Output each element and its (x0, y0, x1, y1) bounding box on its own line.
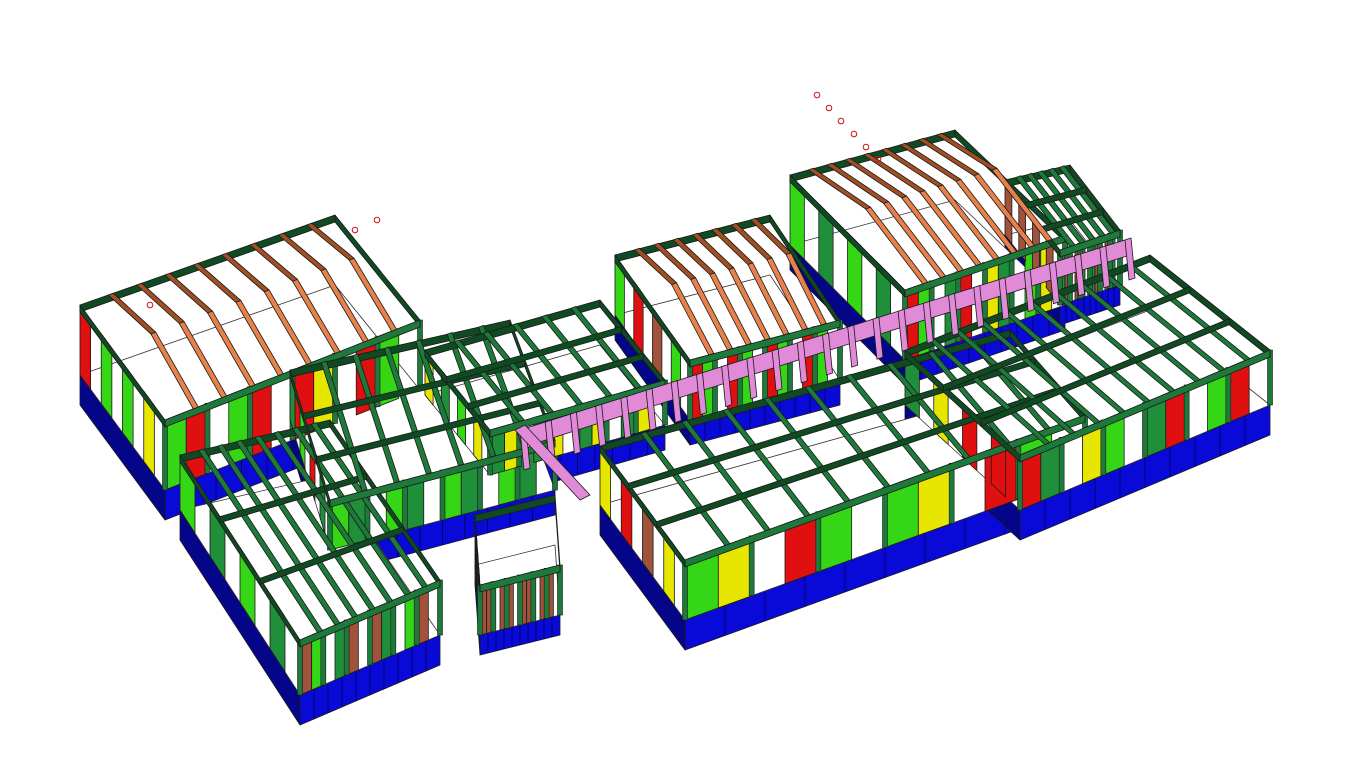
selection-marker (837, 117, 845, 125)
block-south-long-post (948, 463, 955, 524)
block-northeast-rafter (862, 152, 926, 193)
block-west-upper-rafter (306, 222, 355, 261)
selection-marker (351, 226, 359, 234)
block-west-upper-rafter (192, 262, 242, 303)
block-west-lower-post (367, 609, 373, 666)
block-east-long-post (1100, 419, 1107, 476)
block-west-upper-rafter (136, 282, 185, 324)
block-east-long-post (1142, 402, 1148, 458)
block-west-upper-rafter (249, 242, 298, 282)
block-northeast-rafter (881, 147, 944, 188)
block-west-upper-rafter (221, 252, 270, 293)
block-west-upper-rafter (164, 272, 213, 314)
model-viewport[interactable] (0, 0, 1366, 768)
block-east-long-post (1267, 349, 1273, 406)
selection-marker (862, 143, 870, 151)
brace-frame (1124, 237, 1136, 281)
selection-marker (373, 216, 381, 224)
block-east-long-post (1058, 437, 1065, 493)
selection-marker (825, 104, 833, 112)
block-west-lower-post (413, 589, 420, 646)
block-west-upper-rafter (277, 232, 327, 272)
block-porch-post (477, 584, 483, 636)
block-west-upper-post (162, 419, 168, 491)
block-west-lower-post (320, 629, 327, 686)
block-northeast-rafter (899, 142, 962, 182)
block-west-upper-rafter (107, 292, 157, 335)
block-west-lower-post (343, 619, 350, 676)
selection-marker (850, 130, 858, 138)
block-west-lower-post (297, 639, 303, 696)
structural-model-view[interactable] (0, 0, 1366, 768)
block-south-long-post (748, 535, 755, 597)
selection-marker (146, 301, 154, 309)
selection-marker (813, 91, 821, 99)
block-south-long-post (682, 559, 688, 621)
block-northeast-rafter (936, 132, 998, 171)
block-north-roof-post (812, 326, 818, 387)
block-west-lower-post (390, 599, 397, 656)
block-south-long-post (882, 487, 888, 548)
block-east-long-post (1225, 367, 1232, 423)
block-east-long-post (1183, 384, 1190, 441)
block-west-lower-post (437, 579, 443, 636)
block-east-long-post (1017, 454, 1023, 511)
block-south-long-post (815, 511, 822, 572)
